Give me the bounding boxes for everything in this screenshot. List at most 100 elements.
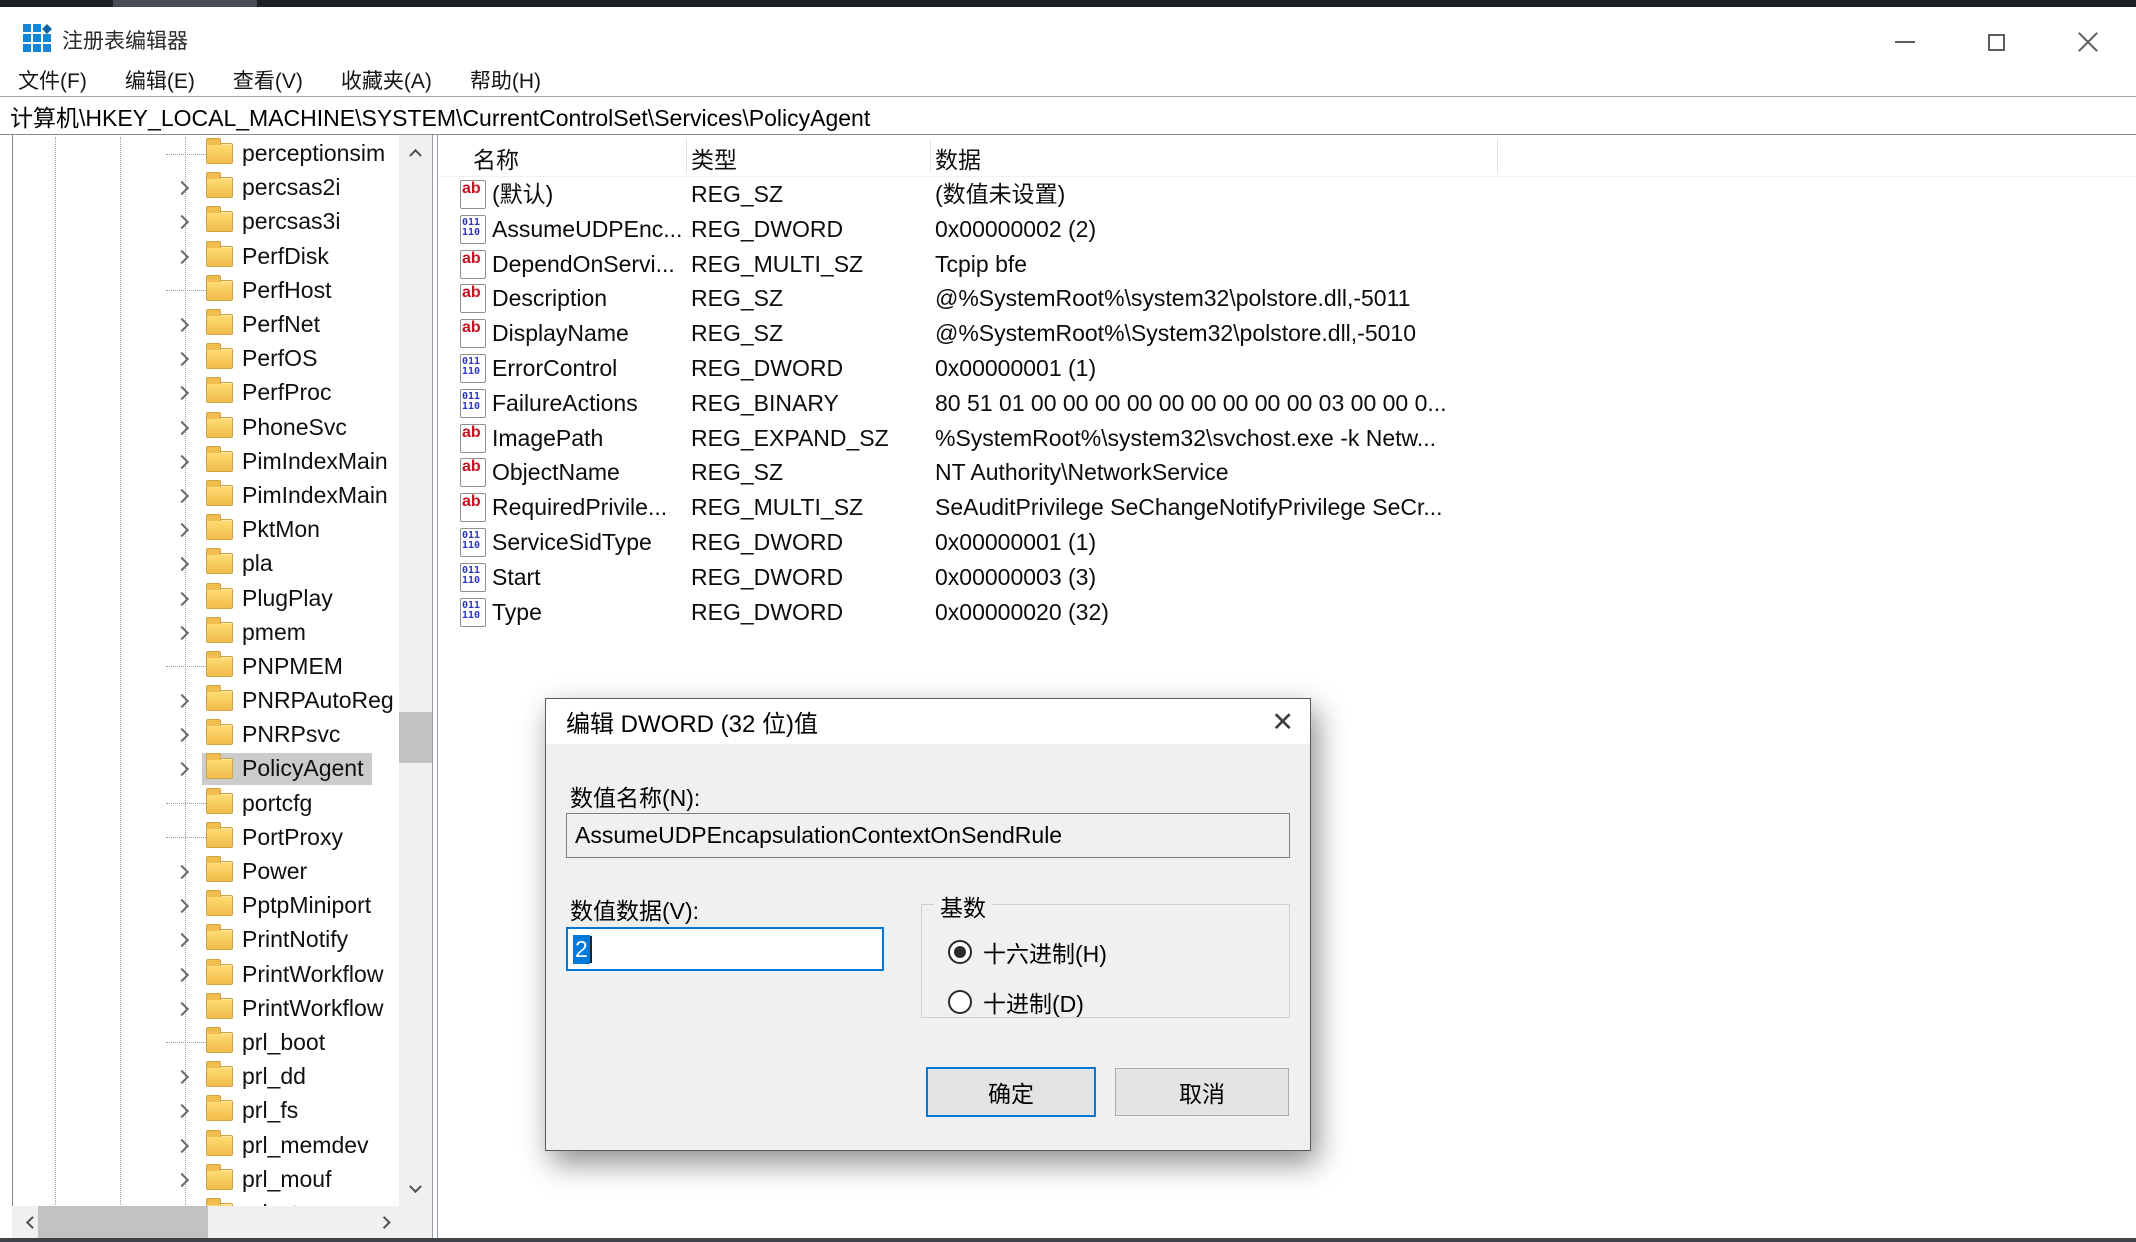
- tree-item-content[interactable]: PerfDisk: [202, 241, 338, 273]
- registry-value-row[interactable]: abObjectNameREG_SZNT Authority\NetworkSe…: [438, 455, 2136, 490]
- tree-item-content[interactable]: PhoneSvc: [202, 412, 356, 444]
- tree-item-content[interactable]: PimIndexMain: [202, 480, 397, 512]
- tree-item-content[interactable]: portcfg: [202, 788, 321, 820]
- expand-chevron-icon[interactable]: [174, 694, 188, 708]
- tree-item-content[interactable]: prl_mouf: [202, 1164, 340, 1196]
- tree-item-content[interactable]: PNRPsvc: [202, 719, 349, 751]
- scroll-right-button[interactable]: [364, 1206, 398, 1238]
- menu-edit[interactable]: 编辑(E): [125, 65, 195, 95]
- tree-item-content[interactable]: prl_memdev: [202, 1130, 378, 1162]
- expand-chevron-icon[interactable]: [174, 1104, 188, 1118]
- maximize-button[interactable]: [1963, 21, 2029, 63]
- registry-value-row[interactable]: abImagePathREG_EXPAND_SZ%SystemRoot%\sys…: [438, 421, 2136, 456]
- horizontal-scrollbar-thumb[interactable]: [38, 1206, 208, 1238]
- expand-chevron-icon[interactable]: [174, 318, 188, 332]
- tree-item-PrintNotify[interactable]: PrintNotify: [12, 923, 400, 957]
- tree-item-PktMon[interactable]: PktMon: [12, 513, 400, 547]
- menu-file[interactable]: 文件(F): [18, 65, 87, 95]
- scroll-up-button[interactable]: [399, 135, 432, 169]
- expand-chevron-icon[interactable]: [174, 523, 188, 537]
- expand-chevron-icon[interactable]: [174, 489, 188, 503]
- tree-item-content[interactable]: PrintWorkflow: [202, 993, 392, 1025]
- expand-chevron-icon[interactable]: [174, 250, 188, 264]
- radio-button-hex[interactable]: [948, 940, 972, 964]
- tree-item-portcfg[interactable]: portcfg: [12, 787, 400, 821]
- column-separator[interactable]: [686, 139, 687, 173]
- tree-item-PNRPAutoReg[interactable]: PNRPAutoReg: [12, 684, 400, 718]
- tree-item-content[interactable]: PerfOS: [202, 343, 326, 375]
- registry-value-row[interactable]: abDisplayNameREG_SZ@%SystemRoot%\System3…: [438, 316, 2136, 351]
- expand-chevron-icon[interactable]: [174, 968, 188, 982]
- expand-chevron-icon[interactable]: [174, 215, 188, 229]
- tree-item-PNRPsvc[interactable]: PNRPsvc: [12, 718, 400, 752]
- expand-chevron-icon[interactable]: [174, 865, 188, 879]
- tree-item-content[interactable]: pla: [202, 548, 282, 580]
- tree-item-content[interactable]: PimIndexMain: [202, 446, 397, 478]
- tree-item-content[interactable]: pmem: [202, 617, 315, 649]
- tree-item-content[interactable]: prl_strg: [202, 1198, 328, 1206]
- registry-value-row[interactable]: 011110ServiceSidTypeREG_DWORD0x00000001 …: [438, 525, 2136, 560]
- registry-value-row[interactable]: abDescriptionREG_SZ@%SystemRoot%\system3…: [438, 281, 2136, 316]
- tree-item-content[interactable]: percsas3i: [202, 206, 349, 238]
- registry-value-row[interactable]: ab(默认)REG_SZ(数值未设置): [438, 177, 2136, 212]
- tree-item-percsas2i[interactable]: percsas2i: [12, 171, 400, 205]
- expand-chevron-icon[interactable]: [174, 557, 188, 571]
- registry-value-row[interactable]: abRequiredPrivile...REG_MULTI_SZSeAuditP…: [438, 490, 2136, 525]
- registry-value-row[interactable]: 011110FailureActionsREG_BINARY80 51 01 0…: [438, 386, 2136, 421]
- tree-item-content[interactable]: PortProxy: [202, 822, 352, 854]
- hexadecimal-radio-row[interactable]: 十六进制(H): [948, 938, 1107, 966]
- registry-value-row[interactable]: abDependOnServi...REG_MULTI_SZTcpip bfe: [438, 247, 2136, 282]
- tree-item-PrintWorkflow[interactable]: PrintWorkflow: [12, 992, 400, 1026]
- column-header-data[interactable]: 数据: [935, 141, 981, 175]
- address-bar[interactable]: 计算机\HKEY_LOCAL_MACHINE\SYSTEM\CurrentCon…: [0, 96, 2136, 135]
- tree-horizontal-scrollbar[interactable]: [12, 1206, 432, 1238]
- tree-item-prl_fs[interactable]: prl_fs: [12, 1094, 400, 1128]
- tree-item-PNPMEM[interactable]: PNPMEM: [12, 650, 400, 684]
- tree-item-PimIndexMain[interactable]: PimIndexMain: [12, 445, 400, 479]
- tree-item-content[interactable]: PrintWorkflow: [202, 959, 392, 991]
- tree-item-PerfOS[interactable]: PerfOS: [12, 342, 400, 376]
- expand-chevron-icon[interactable]: [174, 728, 188, 742]
- close-button[interactable]: [2055, 21, 2121, 63]
- dialog-close-button[interactable]: ✕: [1271, 705, 1294, 739]
- tree-item-content[interactable]: PktMon: [202, 514, 329, 546]
- registry-value-row[interactable]: 011110StartREG_DWORD0x00000003 (3): [438, 560, 2136, 595]
- tree-item-content[interactable]: prl_boot: [202, 1027, 334, 1059]
- tree-item-prl_memdev[interactable]: prl_memdev: [12, 1128, 400, 1162]
- menu-help[interactable]: 帮助(H): [470, 65, 541, 95]
- tree-item-PerfDisk[interactable]: PerfDisk: [12, 240, 400, 274]
- expand-chevron-icon[interactable]: [174, 386, 188, 400]
- tree-item-content[interactable]: PerfProc: [202, 377, 340, 409]
- tree-item-content[interactable]: perceptionsim: [202, 138, 394, 170]
- minimize-button[interactable]: [1872, 21, 1938, 63]
- tree-item-content[interactable]: prl_fs: [202, 1095, 307, 1127]
- tree-item-content[interactable]: PptpMiniport: [202, 890, 380, 922]
- registry-value-row[interactable]: 011110ErrorControlREG_DWORD0x00000001 (1…: [438, 351, 2136, 386]
- expand-chevron-icon[interactable]: [174, 455, 188, 469]
- vertical-scrollbar-thumb[interactable]: [399, 712, 432, 763]
- tree-item-content[interactable]: PrintNotify: [202, 924, 357, 956]
- tree-item-PerfNet[interactable]: PerfNet: [12, 308, 400, 342]
- tree-item-pla[interactable]: pla: [12, 547, 400, 581]
- ok-button[interactable]: 确定: [926, 1067, 1096, 1117]
- menu-view[interactable]: 查看(V): [233, 65, 303, 95]
- expand-chevron-icon[interactable]: [174, 421, 188, 435]
- tree-item-perceptionsim[interactable]: perceptionsim: [12, 137, 400, 171]
- tree-item-pmem[interactable]: pmem: [12, 616, 400, 650]
- tree-item-prl_dd[interactable]: prl_dd: [12, 1060, 400, 1094]
- tree-item-Power[interactable]: Power: [12, 855, 400, 889]
- tree-item-PrintWorkflow[interactable]: PrintWorkflow: [12, 958, 400, 992]
- tree-item-PlugPlay[interactable]: PlugPlay: [12, 581, 400, 615]
- tree-item-content[interactable]: PerfNet: [202, 309, 329, 341]
- tree-item-PhoneSvc[interactable]: PhoneSvc: [12, 411, 400, 445]
- registry-value-row[interactable]: 011110TypeREG_DWORD0x00000020 (32): [438, 595, 2136, 630]
- tree-item-content[interactable]: PNRPAutoReg: [202, 685, 400, 717]
- menu-favorites[interactable]: 收藏夹(A): [341, 65, 432, 95]
- tree-item-PptpMiniport[interactable]: PptpMiniport: [12, 889, 400, 923]
- tree-item-content[interactable]: PlugPlay: [202, 583, 342, 615]
- tree-item-PerfHost[interactable]: PerfHost: [12, 274, 400, 308]
- tree-item-prl_mouf[interactable]: prl_mouf: [12, 1163, 400, 1197]
- value-data-input[interactable]: 2: [566, 927, 884, 971]
- scroll-down-button[interactable]: [399, 1172, 432, 1206]
- radio-button-dec[interactable]: [948, 990, 972, 1014]
